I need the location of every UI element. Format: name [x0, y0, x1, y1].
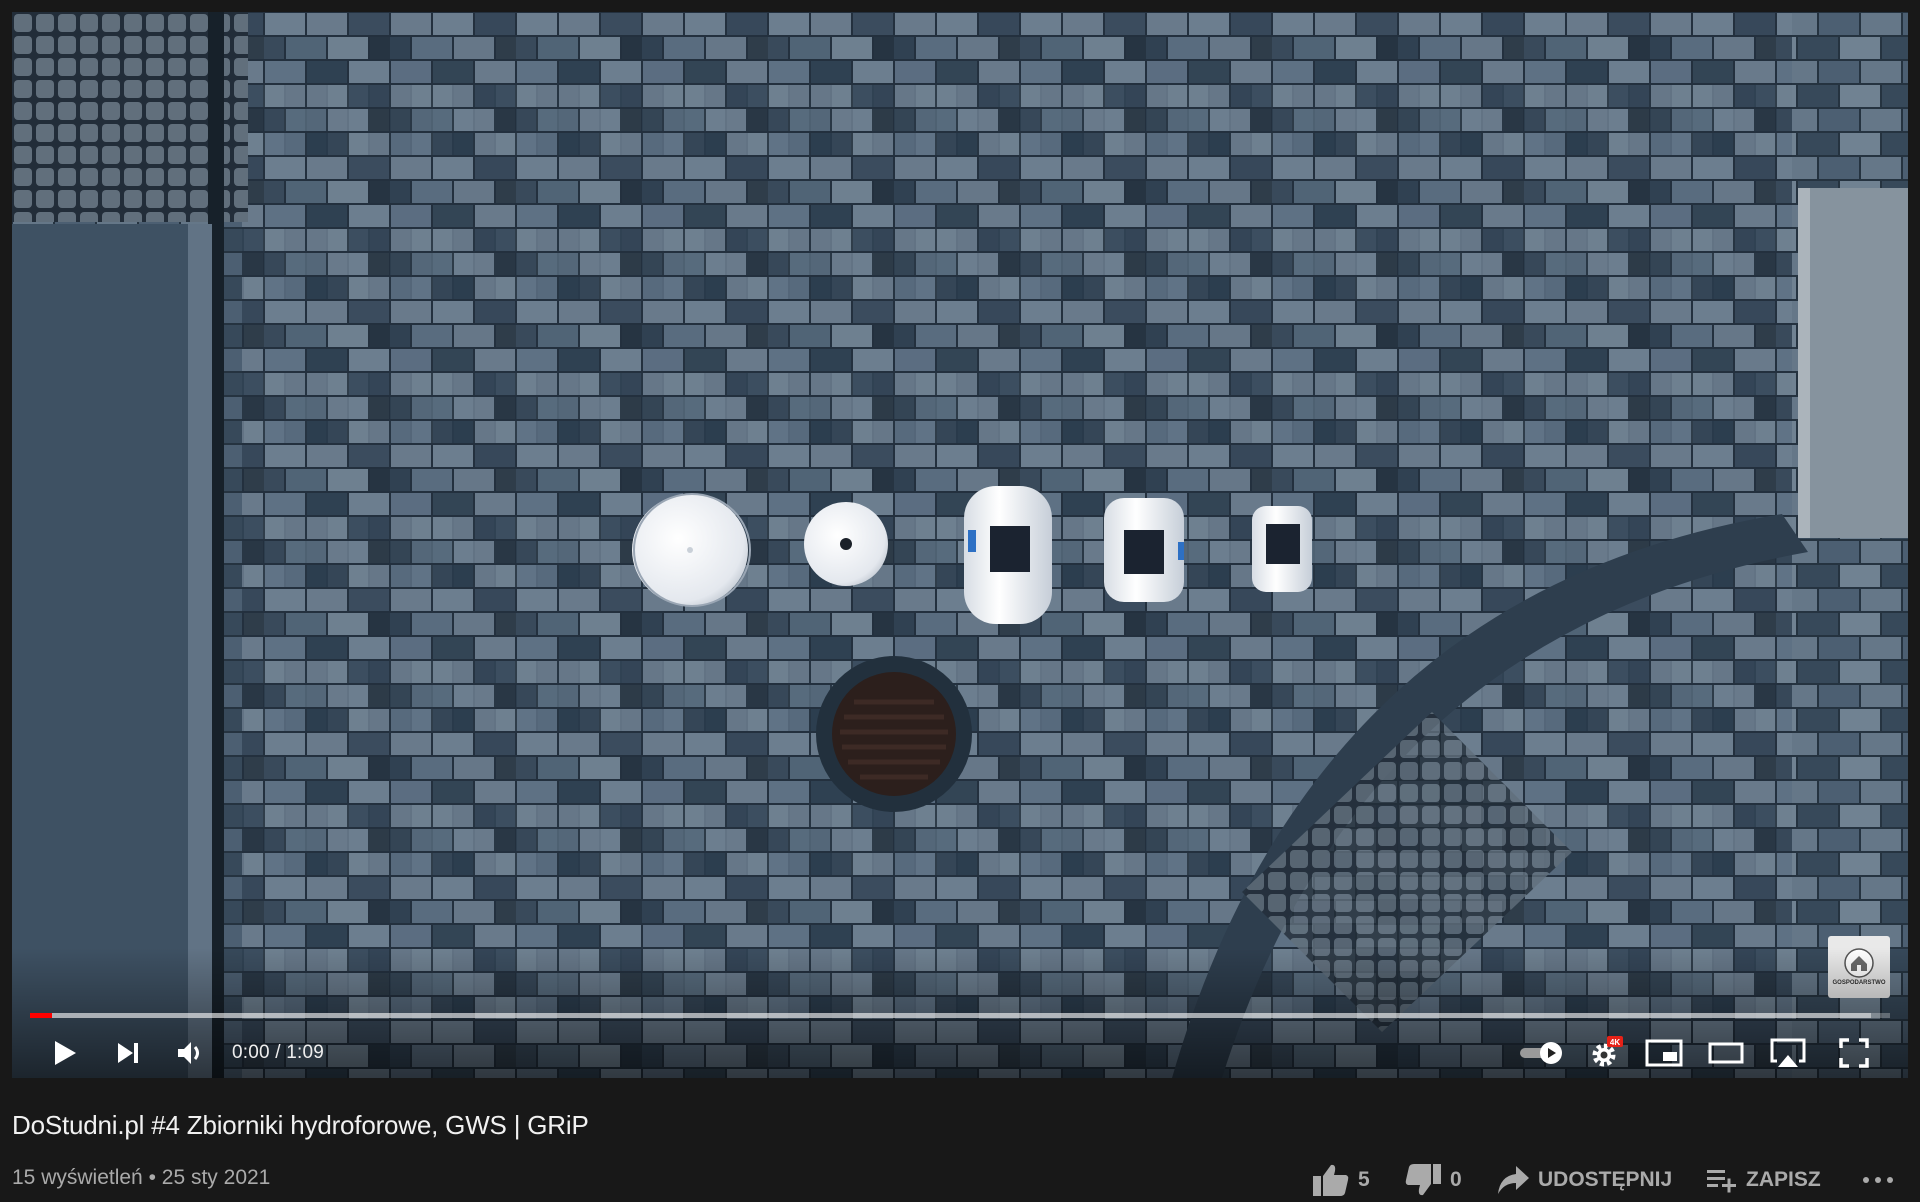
volume-icon — [178, 1042, 199, 1064]
fullscreen-button[interactable] — [1826, 1028, 1882, 1078]
thumbs-up-icon — [1313, 1164, 1349, 1196]
cast-button[interactable] — [1760, 1028, 1816, 1078]
next-icon — [118, 1043, 138, 1063]
meta-separator: • — [148, 1166, 156, 1189]
view-count: 15 wyświetleń — [12, 1166, 143, 1189]
theater-mode-button[interactable] — [1698, 1028, 1754, 1078]
house-logo-icon — [1844, 948, 1874, 978]
settings-button[interactable]: 4K — [1578, 1028, 1634, 1078]
more-horizontal-icon — [1863, 1177, 1893, 1183]
play-button[interactable] — [36, 1028, 92, 1078]
autoplay-toggle[interactable] — [1514, 1028, 1570, 1078]
like-count: 5 — [1358, 1168, 1370, 1191]
thumbs-down-icon — [1405, 1164, 1441, 1196]
video-frame[interactable] — [12, 12, 1908, 1078]
progress-played — [30, 1013, 53, 1018]
share-icon — [1498, 1166, 1529, 1194]
time-display: 0:00 / 1:09 — [232, 1042, 324, 1063]
channel-watermark[interactable]: GOSPODARSTWO — [1828, 936, 1890, 998]
like-button[interactable]: 5 — [1312, 1160, 1370, 1200]
video-title: DoStudni.pl #4 Zbiorniki hydroforowe, GW… — [12, 1110, 589, 1140]
dislike-count: 0 — [1450, 1168, 1462, 1191]
next-button[interactable] — [100, 1028, 156, 1078]
play-icon — [55, 1041, 76, 1065]
video-player[interactable]: GOSPODARSTWO 0:00 / 1:09 4K — [12, 12, 1908, 1078]
autoplay-toggle-icon — [1520, 1042, 1562, 1064]
mute-button[interactable] — [162, 1028, 218, 1078]
quality-badge: 4K — [1610, 1038, 1620, 1047]
share-label: UDOSTĘPNIJ — [1538, 1168, 1673, 1191]
airplay-icon — [1770, 1038, 1806, 1067]
dislike-button[interactable]: 0 — [1404, 1160, 1462, 1200]
miniplayer-button[interactable] — [1636, 1028, 1692, 1078]
save-label: ZAPISZ — [1746, 1168, 1821, 1191]
more-actions-button[interactable] — [1862, 1160, 1894, 1200]
upload-date: 25 sty 2021 — [161, 1166, 271, 1189]
playlist-add-icon — [1707, 1170, 1736, 1193]
theater-mode-icon — [1708, 1042, 1744, 1064]
gear-icon: 4K — [1592, 1036, 1623, 1067]
fullscreen-icon — [1839, 1038, 1869, 1068]
progress-loaded — [30, 1013, 1872, 1018]
video-meta: 15 wyświetleń • 25 sty 2021 — [12, 1166, 270, 1190]
share-button[interactable]: UDOSTĘPNIJ — [1496, 1160, 1672, 1200]
watermark-text: GOSPODARSTWO — [1832, 980, 1886, 986]
miniplayer-icon — [1645, 1039, 1683, 1067]
save-button[interactable]: ZAPISZ — [1706, 1160, 1821, 1200]
progress-bar[interactable] — [30, 1013, 1890, 1018]
